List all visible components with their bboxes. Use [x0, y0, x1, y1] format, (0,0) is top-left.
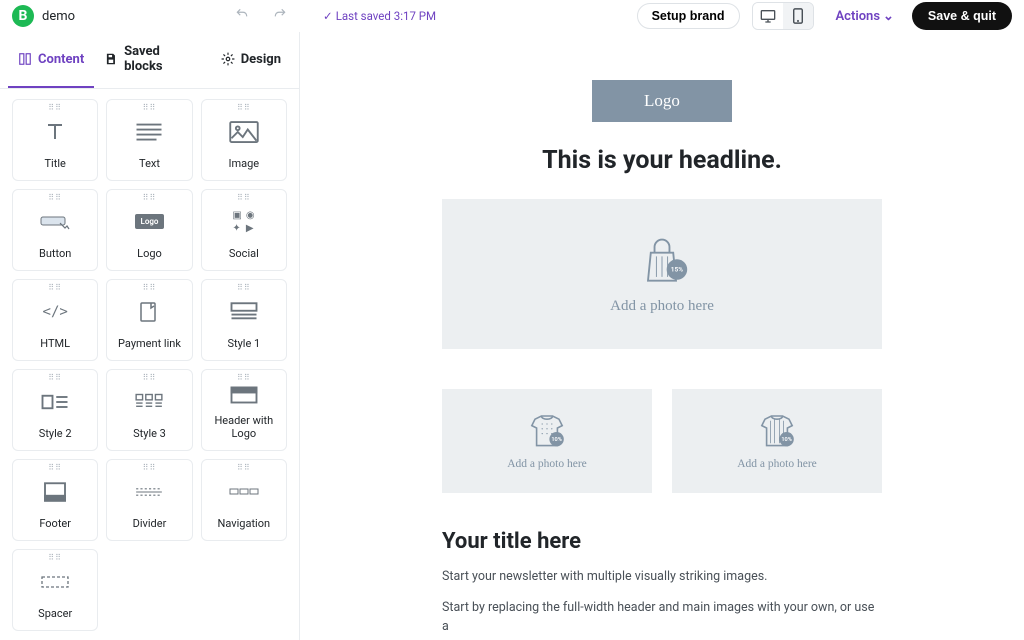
- grip-icon: ⠿⠿: [237, 376, 251, 380]
- grip-icon: ⠿⠿: [48, 196, 62, 200]
- email-headline[interactable]: This is your headline.: [442, 146, 882, 175]
- shirt-icon: 10%: [753, 412, 801, 452]
- check-icon: ✓: [323, 9, 333, 23]
- undo-icon[interactable]: [235, 7, 249, 25]
- topbar: B demo ✓ Last saved 3:17 PM Setup brand …: [0, 0, 1024, 32]
- sidebar: Content Saved blocks Design ⠿⠿ Title ⠿⠿: [0, 32, 300, 640]
- last-saved-status: ✓ Last saved 3:17 PM: [323, 9, 436, 23]
- footer-icon: [40, 466, 70, 517]
- block-style-1[interactable]: ⠿⠿ Style 1: [201, 279, 287, 361]
- logo-icon: Logo: [135, 196, 165, 247]
- photo-caption: Add a photo here: [610, 298, 714, 315]
- style3-icon: [134, 376, 164, 427]
- grip-icon: ⠿⠿: [48, 466, 62, 470]
- block-payment-link[interactable]: ⠿⠿ Payment link: [106, 279, 192, 361]
- svg-text:10%: 10%: [781, 437, 792, 443]
- shirt-icon: 10%: [523, 412, 571, 452]
- save-quit-button[interactable]: Save & quit: [912, 2, 1012, 30]
- grip-icon: ⠿⠿: [48, 376, 62, 380]
- tab-design[interactable]: Design: [211, 32, 291, 88]
- block-footer[interactable]: ⠿⠿ Footer: [12, 459, 98, 541]
- redo-icon[interactable]: [273, 7, 287, 25]
- desktop-view-button[interactable]: [753, 3, 783, 29]
- grip-icon: ⠿⠿: [237, 286, 251, 290]
- grip-icon: ⠿⠿: [143, 196, 157, 200]
- brand-logo-icon: B: [12, 5, 34, 27]
- block-header-logo[interactable]: ⠿⠿ Header with Logo: [201, 369, 287, 451]
- block-style-3[interactable]: ⠿⠿ Style 3: [106, 369, 192, 451]
- text-icon: [134, 106, 164, 157]
- social-icon: ▣◉✦▶: [232, 196, 255, 247]
- block-navigation[interactable]: ⠿⠿ Navigation: [201, 459, 287, 541]
- tab-content[interactable]: Content: [8, 32, 94, 88]
- block-spacer[interactable]: ⠿⠿ Spacer: [12, 549, 98, 631]
- svg-text:15%: 15%: [671, 265, 683, 273]
- style2-icon: [40, 376, 70, 427]
- payment-icon: [134, 286, 164, 337]
- grip-icon: ⠿⠿: [237, 466, 251, 470]
- grip-icon: ⠿⠿: [237, 106, 251, 110]
- image-icon: [229, 106, 259, 157]
- grip-icon: ⠿⠿: [48, 556, 62, 560]
- bag-icon: 15%: [634, 234, 690, 290]
- email-logo-block[interactable]: Logo: [592, 80, 732, 122]
- grip-icon: ⠿⠿: [143, 466, 157, 470]
- mobile-view-button[interactable]: [783, 3, 813, 29]
- block-style-2[interactable]: ⠿⠿ Style 2: [12, 369, 98, 451]
- email-title[interactable]: Your title here: [442, 529, 882, 554]
- grip-icon: ⠿⠿: [237, 196, 251, 200]
- button-icon: [40, 196, 70, 247]
- email-photo-large[interactable]: 15% Add a photo here: [442, 199, 882, 349]
- block-title[interactable]: ⠿⠿ Title: [12, 99, 98, 181]
- chevron-down-icon: ⌄: [883, 9, 894, 24]
- navigation-icon: [229, 466, 259, 517]
- layout-icon: [18, 52, 32, 66]
- spacer-icon: [40, 556, 70, 607]
- grip-icon: ⠿⠿: [143, 376, 157, 380]
- code-icon: </>: [43, 286, 68, 337]
- grip-icon: ⠿⠿: [48, 106, 62, 110]
- email-photo-small-1[interactable]: 10% Add a photo here: [442, 389, 652, 493]
- block-button[interactable]: ⠿⠿ Button: [12, 189, 98, 271]
- sidebar-tabs: Content Saved blocks Design: [0, 32, 299, 89]
- block-html[interactable]: ⠿⠿ </> HTML: [12, 279, 98, 361]
- block-grid: ⠿⠿ Title ⠿⠿ Text ⠿⠿ Image ⠿⠿ Button: [0, 89, 299, 640]
- block-social[interactable]: ⠿⠿ ▣◉✦▶ Social: [201, 189, 287, 271]
- photo-caption: Add a photo here: [737, 458, 817, 470]
- document-name[interactable]: demo: [42, 9, 75, 24]
- block-divider[interactable]: ⠿⠿ Divider: [106, 459, 192, 541]
- save-icon: [104, 52, 118, 66]
- canvas[interactable]: Logo This is your headline. 15% Add a ph…: [300, 32, 1024, 640]
- title-icon: [40, 106, 70, 157]
- tab-saved-blocks[interactable]: Saved blocks: [94, 32, 210, 88]
- setup-brand-button[interactable]: Setup brand: [637, 3, 740, 29]
- grip-icon: ⠿⠿: [143, 106, 157, 110]
- gear-icon: [221, 52, 235, 66]
- style1-icon: [229, 286, 259, 337]
- block-text[interactable]: ⠿⠿ Text: [106, 99, 192, 181]
- email-body-2[interactable]: Start by replacing the full-width header…: [442, 599, 882, 637]
- email-photo-small-2[interactable]: 10% Add a photo here: [672, 389, 882, 493]
- grip-icon: ⠿⠿: [48, 286, 62, 290]
- viewport-toggle: [752, 2, 814, 30]
- svg-text:10%: 10%: [551, 437, 562, 443]
- block-image[interactable]: ⠿⠿ Image: [201, 99, 287, 181]
- block-logo[interactable]: ⠿⠿ Logo Logo: [106, 189, 192, 271]
- actions-dropdown[interactable]: Actions ⌄: [836, 9, 894, 24]
- photo-caption: Add a photo here: [507, 458, 587, 470]
- email-body-1[interactable]: Start your newsletter with multiple visu…: [442, 568, 882, 587]
- email-preview: Logo This is your headline. 15% Add a ph…: [442, 32, 882, 640]
- grip-icon: ⠿⠿: [143, 286, 157, 290]
- divider-icon: [134, 466, 164, 517]
